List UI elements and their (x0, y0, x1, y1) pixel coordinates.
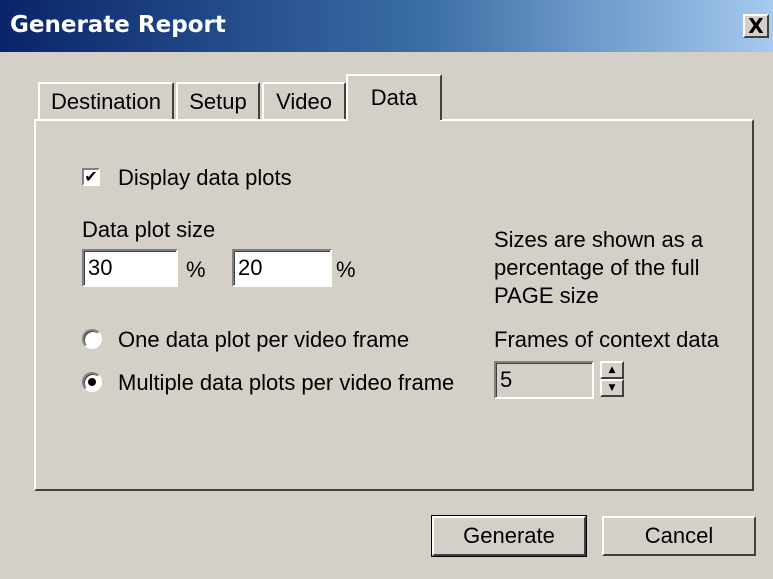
arrow-down-icon: ▼ (608, 382, 616, 393)
plot-width-value: 30 (88, 255, 113, 280)
plot-width-input[interactable]: 30 (82, 249, 178, 287)
display-data-plots-checkbox[interactable]: ✔ (82, 168, 100, 186)
generate-report-dialog: Generate Report X Destination Setup Vide… (0, 0, 773, 579)
cancel-button-label: Cancel (644, 523, 714, 548)
generate-button[interactable]: Generate (431, 515, 587, 557)
one-plot-per-frame-radio[interactable] (82, 329, 102, 349)
title-bar[interactable]: Generate Report X (0, 0, 773, 52)
data-plot-size-label: Data plot size (82, 217, 216, 242)
arrow-up-icon: ▲ (608, 364, 616, 375)
checkmark-icon: ✔ (84, 167, 98, 186)
tab-destination[interactable]: Destination (38, 82, 174, 120)
close-button[interactable]: X (743, 14, 769, 38)
plot-height-unit: % (336, 257, 356, 282)
spinner-up-button[interactable]: ▲ (600, 361, 624, 379)
close-icon: X (748, 14, 764, 38)
context-frames-value: 5 (500, 367, 513, 392)
generate-button-label: Generate (463, 523, 555, 548)
data-tab-panel: ✔ Display data plots Data plot size 30 %… (34, 119, 754, 491)
window-title: Generate Report (10, 12, 226, 38)
tab-video[interactable]: Video (262, 82, 346, 120)
one-plot-per-frame-label: One data plot per video frame (118, 327, 410, 352)
display-data-plots-label: Display data plots (118, 165, 292, 190)
size-note-line-3: PAGE size (494, 283, 599, 308)
plot-width-unit: % (186, 257, 206, 282)
tab-setup-label: Setup (189, 89, 247, 114)
cancel-button[interactable]: Cancel (602, 516, 756, 556)
spinner-down-button[interactable]: ▼ (600, 379, 624, 397)
plot-height-input[interactable]: 20 (232, 249, 332, 287)
tab-video-label: Video (276, 89, 332, 114)
context-frames-input[interactable]: 5 (494, 361, 594, 399)
tab-destination-label: Destination (50, 89, 162, 114)
multiple-plots-per-frame-radio[interactable] (82, 372, 102, 392)
tab-data-label: Data (370, 85, 418, 110)
size-note-line-2: percentage of the full (494, 255, 700, 280)
context-frames-label: Frames of context data (494, 327, 719, 352)
radio-selected-dot (88, 378, 96, 386)
tab-data[interactable]: Data (346, 74, 442, 123)
context-frames-spinner: ▲ ▼ (600, 361, 624, 397)
tab-setup[interactable]: Setup (176, 82, 260, 120)
multiple-plots-per-frame-label: Multiple data plots per video frame (118, 370, 455, 395)
size-note-line-1: Sizes are shown as a (494, 227, 704, 252)
plot-height-value: 20 (238, 255, 263, 280)
